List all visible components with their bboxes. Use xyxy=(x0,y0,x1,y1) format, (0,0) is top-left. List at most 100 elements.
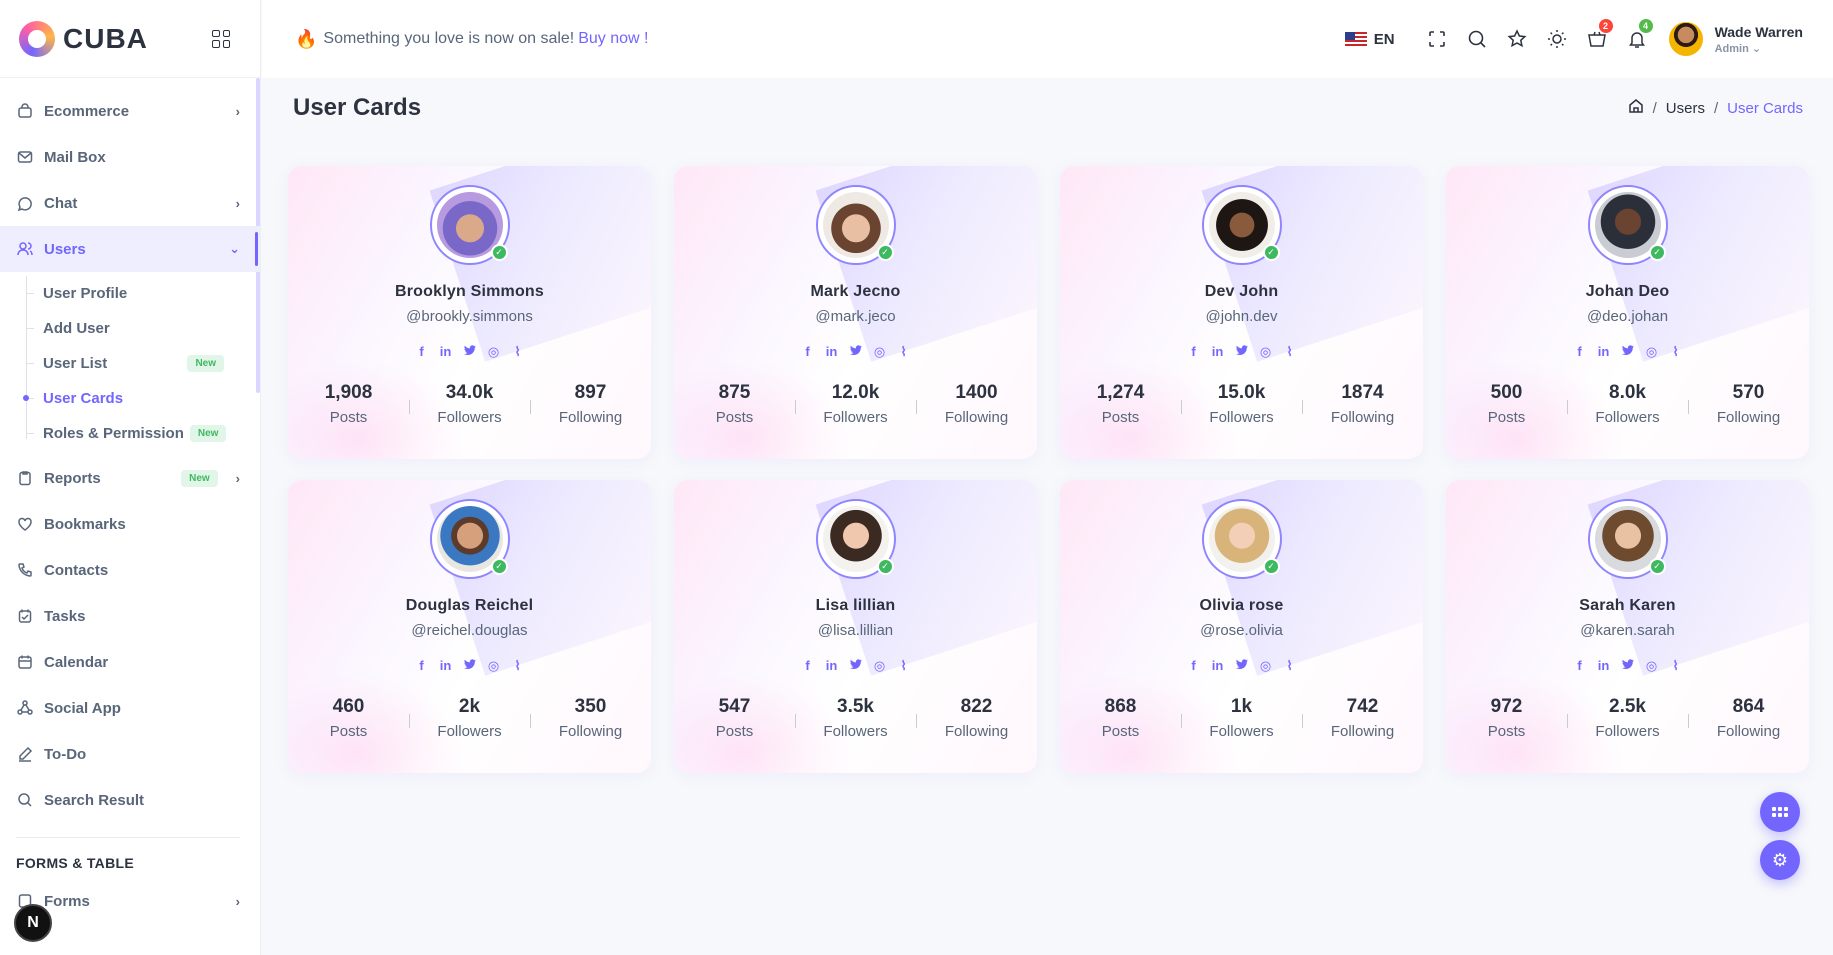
linkedin-icon[interactable]: in xyxy=(825,658,839,674)
avatar[interactable]: ✓ xyxy=(429,499,510,579)
sidebar-item-mail-box[interactable]: Mail Box xyxy=(0,134,260,180)
twitter-icon[interactable] xyxy=(1235,658,1249,674)
corner-n-badge[interactable]: N xyxy=(14,904,52,942)
facebook-icon[interactable]: f xyxy=(1187,344,1201,360)
avatar[interactable]: ✓ xyxy=(1587,499,1668,579)
linkedin-icon[interactable]: in xyxy=(1211,344,1225,360)
sidebar-item-social-app[interactable]: Social App xyxy=(0,685,260,731)
home-icon[interactable] xyxy=(1628,98,1644,118)
submenu-item-user-list[interactable]: User List New xyxy=(26,346,260,381)
twitter-icon[interactable] xyxy=(463,658,477,674)
buy-now-link[interactable]: Buy now ! xyxy=(578,30,648,48)
instagram-icon[interactable]: ◎ xyxy=(1645,658,1659,674)
following-count: 350 xyxy=(574,696,607,717)
user-name[interactable]: Dev John xyxy=(1060,283,1423,301)
avatar[interactable]: ✓ xyxy=(1201,499,1282,579)
sun-icon[interactable] xyxy=(1537,29,1577,49)
instagram-icon[interactable]: ◎ xyxy=(1259,658,1273,674)
breadcrumb-users[interactable]: Users xyxy=(1666,100,1705,117)
user-name[interactable]: Mark Jecno xyxy=(674,283,1037,301)
social-links: f in ◎ ⌇ xyxy=(1446,344,1809,360)
social-links: f in ◎ ⌇ xyxy=(288,344,651,360)
rss-icon[interactable]: ⌇ xyxy=(511,344,525,360)
social-links: f in ◎ ⌇ xyxy=(288,658,651,674)
brand-logo-icon[interactable] xyxy=(19,20,55,57)
user-name[interactable]: Olivia rose xyxy=(1060,597,1423,615)
rss-icon[interactable]: ⌇ xyxy=(1669,658,1683,674)
instagram-icon[interactable]: ◎ xyxy=(1645,344,1659,360)
submenu-item-add-user[interactable]: Add User xyxy=(26,311,260,346)
bell-icon[interactable]: 4 xyxy=(1617,19,1657,49)
profile-role: Admin ⌄ xyxy=(1714,42,1762,55)
sidebar-toggle-grid-icon[interactable] xyxy=(212,29,230,48)
sidebar-item-reports[interactable]: Reports New › xyxy=(0,455,260,501)
facebook-icon[interactable]: f xyxy=(415,658,429,674)
rss-icon[interactable]: ⌇ xyxy=(1283,344,1297,360)
cart-icon[interactable]: 2 xyxy=(1577,19,1617,49)
linkedin-icon[interactable]: in xyxy=(439,658,453,674)
twitter-icon[interactable] xyxy=(1621,344,1635,360)
page-header: User Cards / Users / User Cards xyxy=(262,78,1833,138)
submenu-item-roles-permission[interactable]: Roles & Permission New xyxy=(26,416,260,451)
user-stats: 875 Posts 12.0k Followers 1400 Following xyxy=(674,382,1037,426)
instagram-icon[interactable]: ◎ xyxy=(487,658,501,674)
twitter-icon[interactable] xyxy=(1621,658,1635,674)
star-icon[interactable] xyxy=(1497,29,1537,49)
avatar[interactable]: ✓ xyxy=(815,499,896,579)
rss-icon[interactable]: ⌇ xyxy=(897,344,911,360)
facebook-icon[interactable]: f xyxy=(1573,658,1587,674)
settings-button[interactable]: ⚙ xyxy=(1760,840,1800,880)
linkedin-icon[interactable]: in xyxy=(1211,658,1225,674)
brand-name[interactable]: CUBA xyxy=(63,23,148,55)
twitter-icon[interactable] xyxy=(1235,344,1249,360)
sidebar-item-users[interactable]: Users ⌄ xyxy=(0,226,260,272)
rss-icon[interactable]: ⌇ xyxy=(1283,658,1297,674)
linkedin-icon[interactable]: in xyxy=(439,344,453,360)
user-name[interactable]: Lisa lillian xyxy=(674,597,1037,615)
user-cards-grid: ✓ Brooklyn Simmons @brookly.simmons f in ◎ ⌇ 1,… xyxy=(288,166,1810,773)
language-selector[interactable]: EN xyxy=(1344,30,1395,48)
sidebar-item-ecommerce[interactable]: Ecommerce › xyxy=(0,88,260,134)
twitter-icon[interactable] xyxy=(463,344,477,360)
instagram-icon[interactable]: ◎ xyxy=(1259,344,1273,360)
facebook-icon[interactable]: f xyxy=(801,344,815,360)
facebook-icon[interactable]: f xyxy=(801,658,815,674)
user-name[interactable]: Douglas Reichel xyxy=(288,597,651,615)
sidebar-item-bookmarks[interactable]: Bookmarks xyxy=(0,501,260,547)
rss-icon[interactable]: ⌇ xyxy=(511,658,525,674)
user-name[interactable]: Sarah Karen xyxy=(1446,597,1809,615)
avatar[interactable]: ✓ xyxy=(1201,185,1282,265)
twitter-icon[interactable] xyxy=(849,344,863,360)
sidebar-item-tasks[interactable]: Tasks xyxy=(0,593,260,639)
avatar[interactable]: ✓ xyxy=(429,185,510,265)
linkedin-icon[interactable]: in xyxy=(1597,344,1611,360)
fullscreen-icon[interactable] xyxy=(1417,29,1457,49)
sidebar-item-chat[interactable]: Chat › xyxy=(0,180,260,226)
user-name[interactable]: Brooklyn Simmons xyxy=(288,283,651,301)
sidebar-item-contacts[interactable]: Contacts xyxy=(0,547,260,593)
instagram-icon[interactable]: ◎ xyxy=(873,344,887,360)
linkedin-icon[interactable]: in xyxy=(1597,658,1611,674)
submenu-item-user-cards[interactable]: User Cards xyxy=(23,381,260,416)
facebook-icon[interactable]: f xyxy=(1573,344,1587,360)
user-profile-menu[interactable]: Wade Warren Admin ⌄ xyxy=(1668,22,1803,56)
search-icon[interactable] xyxy=(1457,29,1497,49)
linkedin-icon[interactable]: in xyxy=(825,344,839,360)
apps-grid-button[interactable] xyxy=(1760,792,1800,832)
instagram-icon[interactable]: ◎ xyxy=(873,658,887,674)
user-name[interactable]: Johan Deo xyxy=(1446,283,1809,301)
submenu-item-user-profile[interactable]: User Profile xyxy=(26,276,260,311)
twitter-icon[interactable] xyxy=(849,658,863,674)
sidebar-item-calendar[interactable]: Calendar xyxy=(0,639,260,685)
avatar[interactable]: ✓ xyxy=(815,185,896,265)
language-label: EN xyxy=(1373,30,1395,48)
avatar[interactable]: ✓ xyxy=(1587,185,1668,265)
rss-icon[interactable]: ⌇ xyxy=(897,658,911,674)
sidebar-item-search-result[interactable]: Search Result xyxy=(0,777,260,823)
sidebar-item-to-do[interactable]: To-Do xyxy=(0,731,260,777)
facebook-icon[interactable]: f xyxy=(1187,658,1201,674)
instagram-icon[interactable]: ◎ xyxy=(487,344,501,360)
users-icon xyxy=(16,240,34,258)
facebook-icon[interactable]: f xyxy=(415,344,429,360)
rss-icon[interactable]: ⌇ xyxy=(1669,344,1683,360)
